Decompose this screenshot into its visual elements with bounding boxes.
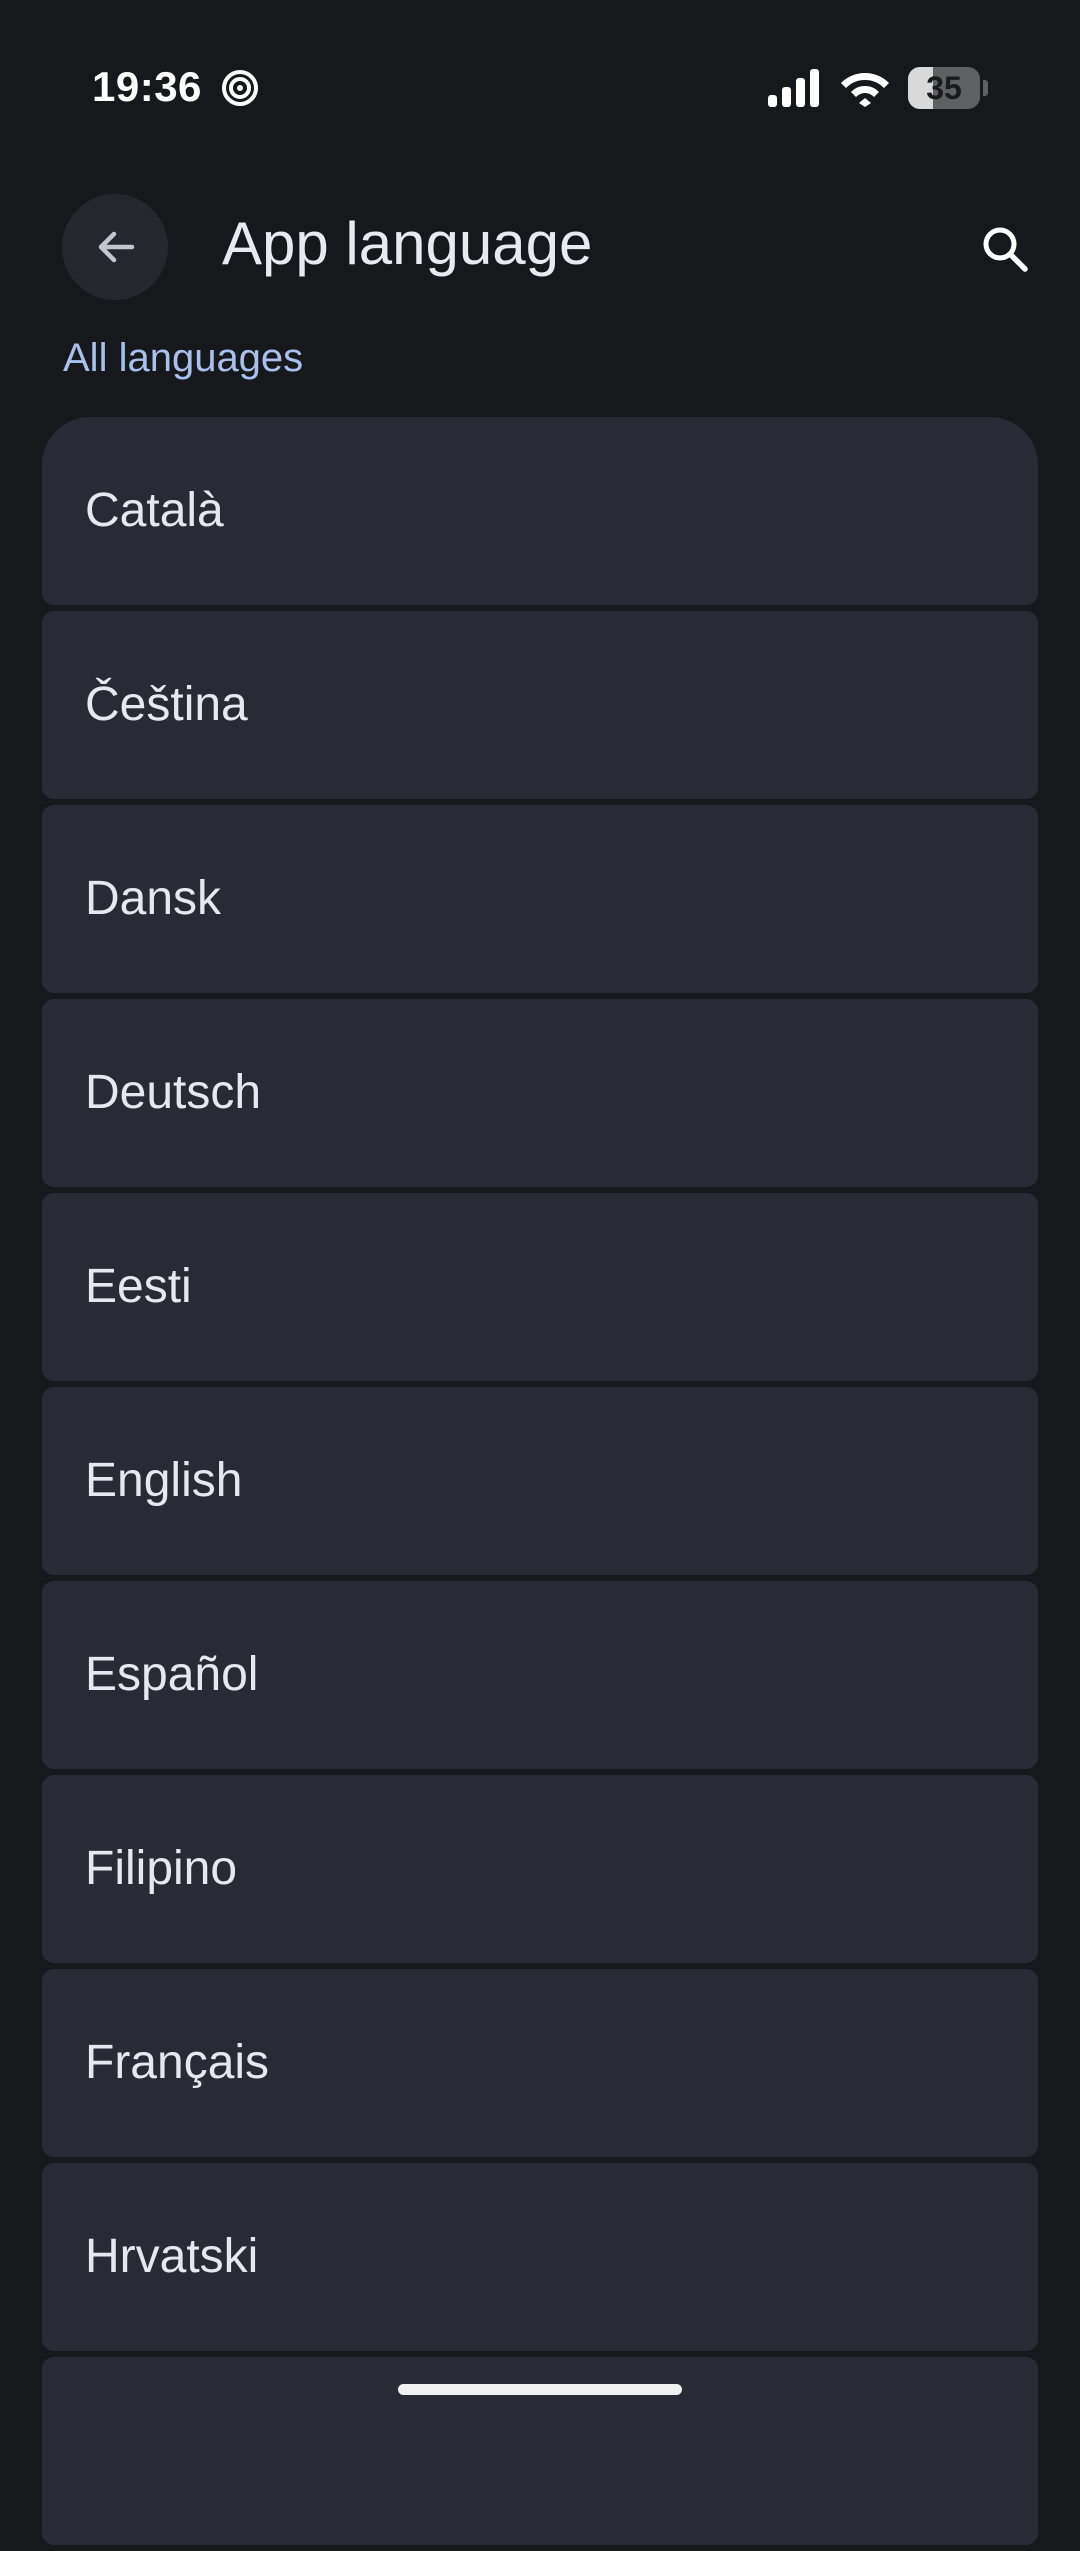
wifi-icon bbox=[841, 73, 889, 107]
language-item-eesti[interactable]: Eesti bbox=[42, 1193, 1038, 1381]
page-title: App language bbox=[222, 210, 593, 277]
language-label: Dansk bbox=[85, 872, 222, 925]
status-bar: 19:36 35 bbox=[0, 0, 1080, 180]
language-label: Filipino bbox=[85, 1842, 238, 1895]
status-time: 19:36 bbox=[92, 63, 202, 110]
language-item-filipino[interactable]: Filipino bbox=[42, 1775, 1038, 1963]
spiral-notification-icon bbox=[222, 70, 258, 106]
language-label: Català bbox=[85, 484, 224, 537]
search-button[interactable] bbox=[970, 214, 1040, 284]
language-item-francais[interactable]: Français bbox=[42, 1969, 1038, 2157]
language-label: Español bbox=[85, 1648, 259, 1701]
language-item-espanol[interactable]: Español bbox=[42, 1581, 1038, 1769]
back-button[interactable] bbox=[62, 194, 168, 300]
language-label: Hrvatski bbox=[85, 2230, 259, 2283]
language-item-deutsch[interactable]: Deutsch bbox=[42, 999, 1038, 1187]
language-item-catala[interactable]: Català bbox=[42, 417, 1038, 605]
top-app-bar: App language bbox=[0, 190, 1080, 300]
language-item-hrvatski[interactable]: Hrvatski bbox=[42, 2163, 1038, 2351]
language-list: Català Čeština Dansk Deutsch Eesti Engli… bbox=[42, 417, 1038, 2551]
signal-icon bbox=[768, 69, 819, 107]
search-icon bbox=[983, 227, 1028, 272]
language-label: Deutsch bbox=[85, 1066, 262, 1119]
language-label: Čeština bbox=[85, 678, 248, 731]
language-label: Eesti bbox=[85, 1260, 192, 1313]
language-item-dansk[interactable]: Dansk bbox=[42, 805, 1038, 993]
home-indicator[interactable] bbox=[398, 2384, 682, 2395]
language-item-cestina[interactable]: Čeština bbox=[42, 611, 1038, 799]
language-label: Français bbox=[85, 2036, 270, 2089]
language-item-english[interactable]: English bbox=[42, 1387, 1038, 1575]
battery-icon: 35 bbox=[908, 67, 988, 109]
language-label: English bbox=[85, 1454, 243, 1507]
section-header-all-languages: All languages bbox=[63, 336, 304, 380]
status-icons: 35 bbox=[768, 64, 988, 112]
arrow-left-icon bbox=[98, 231, 135, 263]
battery-level: 35 bbox=[926, 70, 962, 106]
